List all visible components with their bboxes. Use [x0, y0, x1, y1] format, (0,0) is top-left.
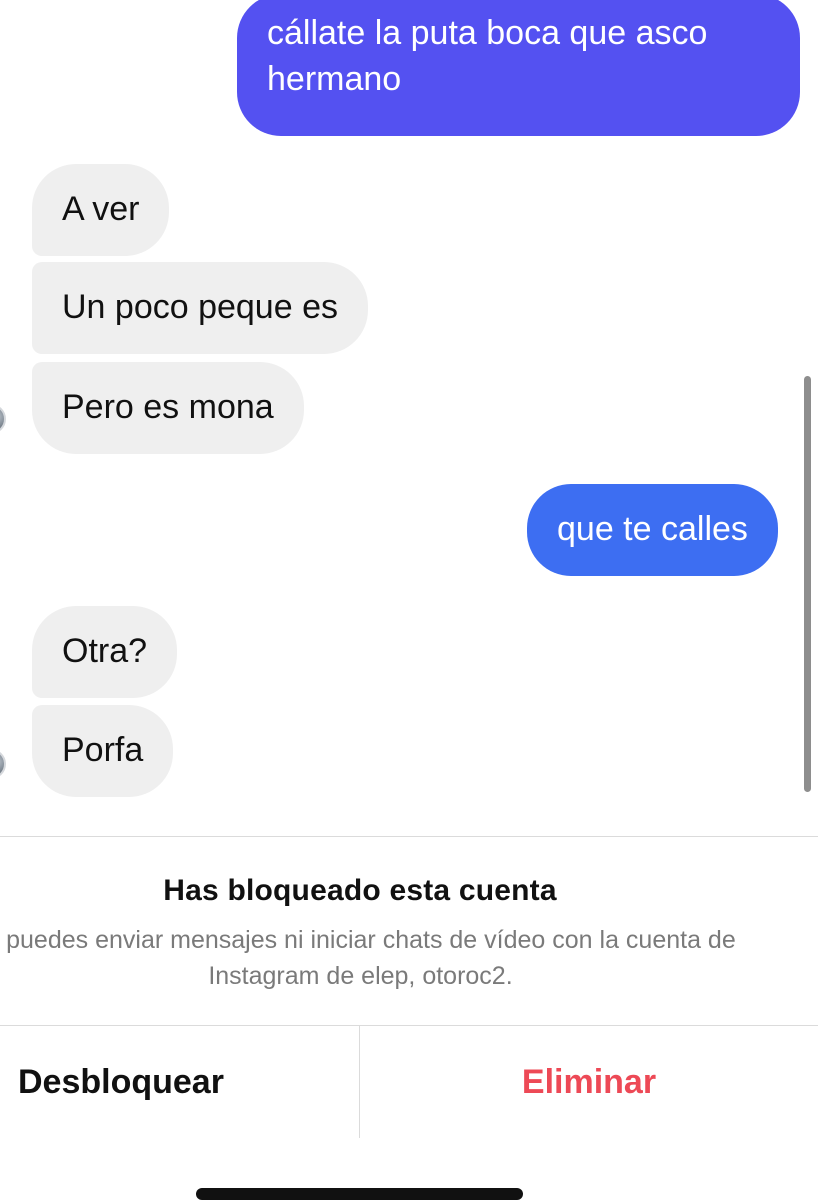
- incoming-message[interactable]: Un poco peque es: [32, 262, 368, 354]
- divider: [0, 836, 818, 837]
- blocked-title: Has bloqueado esta cuenta: [163, 874, 557, 907]
- outgoing-message[interactable]: cállate la puta boca que asco hermano: [237, 0, 800, 136]
- home-indicator[interactable]: [196, 1188, 523, 1200]
- scrollbar[interactable]: [804, 376, 811, 792]
- chat-screen: cállate la puta boca que asco hermano A …: [0, 0, 818, 1200]
- delete-button[interactable]: Eliminar: [360, 1026, 818, 1138]
- incoming-message[interactable]: Otra?: [32, 606, 178, 698]
- sender-avatar[interactable]: [0, 749, 6, 779]
- unblock-button[interactable]: Desbloquear: [18, 1026, 358, 1138]
- sender-avatar[interactable]: [0, 404, 6, 434]
- incoming-message[interactable]: A ver: [32, 164, 170, 256]
- blocked-description: o puedes enviar mensajes ni iniciar chat…: [0, 926, 736, 990]
- incoming-message[interactable]: Pero es mona: [32, 362, 304, 454]
- outgoing-message[interactable]: que te calles: [527, 484, 778, 576]
- message-thread[interactable]: cállate la puta boca que asco hermano A …: [0, 0, 818, 836]
- incoming-message[interactable]: Porfa: [32, 705, 174, 797]
